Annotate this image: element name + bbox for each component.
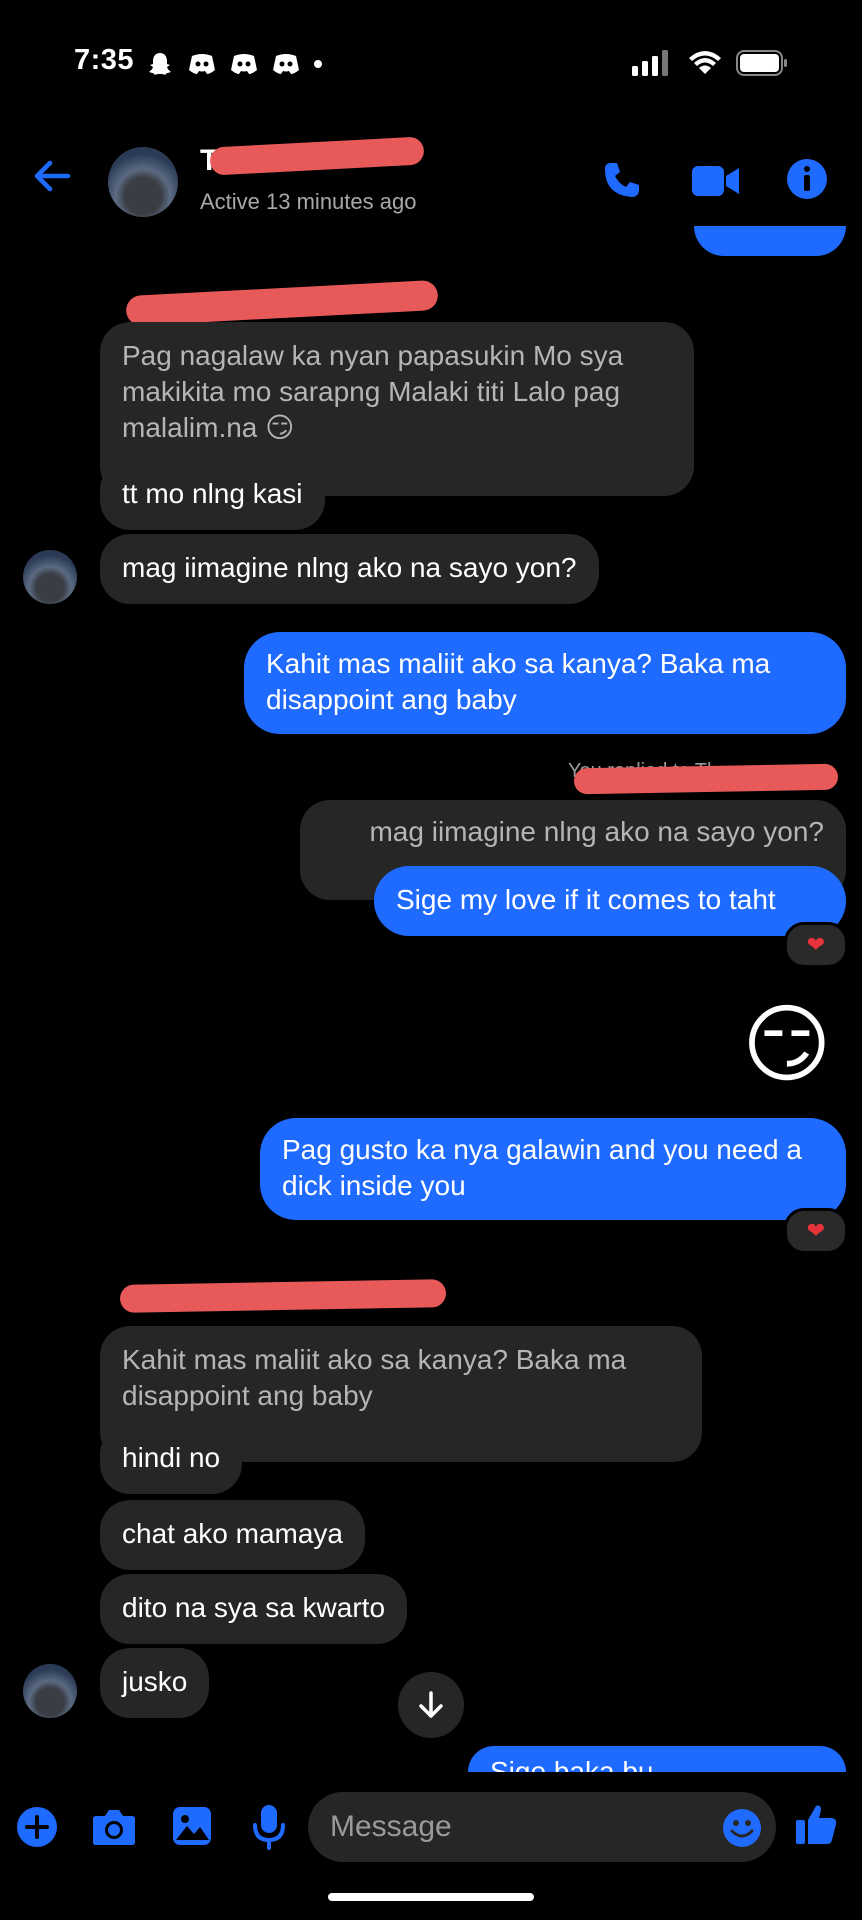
microphone-icon[interactable] bbox=[252, 1804, 286, 1850]
reply-label: You replied to Th bbox=[568, 760, 839, 796]
message-text: mag iimagine nlng ako na sayo yon? bbox=[122, 552, 577, 583]
thumbs-up-icon[interactable] bbox=[794, 1802, 838, 1846]
message-bubble[interactable]: tt mo nlng kasi bbox=[100, 460, 325, 530]
active-status: Active 13 minutes ago bbox=[200, 189, 417, 214]
message-bubble[interactable]: hindi no bbox=[100, 1424, 243, 1494]
scroll-to-bottom-button[interactable] bbox=[398, 1672, 464, 1738]
message-bubble-partial[interactable]: Sige baka bu... bbox=[468, 1746, 846, 1772]
phone-icon[interactable] bbox=[602, 160, 642, 200]
more-notifications-dot bbox=[314, 60, 322, 68]
quoted-message-text: mag iimagine nlng ako na sayo yon? bbox=[369, 816, 824, 847]
message-bubble[interactable]: Pag gusto ka nya galawin and you need a … bbox=[260, 1118, 846, 1220]
message-bubble[interactable]: chat ako mamaya bbox=[100, 1500, 365, 1570]
discord-icon bbox=[189, 54, 215, 74]
reply-label bbox=[124, 279, 444, 327]
emoji-icon[interactable] bbox=[722, 1808, 762, 1848]
discord-icon bbox=[273, 54, 299, 74]
contact-name-container[interactable]: Th bbox=[200, 136, 425, 177]
heart-reaction-icon[interactable]: ❤ bbox=[784, 922, 848, 968]
message-text: dito na sya sa kwarto bbox=[122, 1592, 386, 1623]
message-text: Pag gusto ka nya galawin and you need a … bbox=[282, 1134, 802, 1201]
info-icon[interactable] bbox=[786, 158, 828, 200]
message-text: Sige my love if it comes to taht bbox=[396, 884, 776, 915]
contact-avatar[interactable] bbox=[108, 147, 178, 217]
emoji-message[interactable]: 😏 bbox=[742, 1002, 832, 1088]
wifi-icon bbox=[689, 51, 721, 74]
camera-icon[interactable] bbox=[92, 1808, 136, 1846]
redaction-mark bbox=[209, 136, 425, 176]
signal-icon bbox=[632, 50, 668, 76]
quoted-message-text: Pag nagalaw ka nyan papasukin Mo sya mak… bbox=[122, 340, 624, 443]
message-text: hindi no bbox=[122, 1442, 221, 1473]
quoted-message-text: Kahit mas maliit ako sa kanya? Baka ma d… bbox=[122, 1344, 627, 1411]
message-text: Sige baka bu... bbox=[490, 1756, 677, 1772]
sender-avatar[interactable] bbox=[23, 550, 77, 604]
reply-label bbox=[118, 1278, 448, 1314]
home-indicator[interactable] bbox=[328, 1893, 534, 1901]
message-bubble[interactable]: Sige my love if it comes to taht bbox=[374, 866, 846, 936]
back-arrow-icon[interactable] bbox=[32, 158, 72, 194]
previous-message-bubble bbox=[694, 226, 846, 256]
system-status-icons bbox=[632, 50, 788, 76]
image-icon[interactable] bbox=[172, 1806, 212, 1846]
message-text: Kahit mas maliit ako sa kanya? Baka ma d… bbox=[266, 648, 771, 715]
message-input-placeholder: Message bbox=[330, 1810, 452, 1843]
video-camera-icon[interactable] bbox=[692, 164, 740, 198]
discord-icon bbox=[231, 54, 257, 74]
heart-reaction-icon[interactable]: ❤ bbox=[784, 1208, 848, 1254]
message-text: tt mo nlng kasi bbox=[122, 478, 303, 509]
snapchat-icon bbox=[149, 53, 171, 75]
message-text: chat ako mamaya bbox=[122, 1518, 343, 1549]
message-bubble[interactable]: dito na sya sa kwarto bbox=[100, 1574, 408, 1644]
message-bubble[interactable]: mag iimagine nlng ako na sayo yon? bbox=[100, 534, 599, 604]
message-text: jusko bbox=[122, 1666, 188, 1697]
message-bubble[interactable]: jusko bbox=[100, 1648, 210, 1718]
notification-icons bbox=[146, 50, 322, 78]
sender-avatar[interactable] bbox=[23, 1664, 77, 1718]
message-input[interactable]: Message bbox=[308, 1792, 776, 1862]
message-bubble[interactable]: Kahit mas maliit ako sa kanya? Baka ma d… bbox=[244, 632, 846, 734]
status-time: 7:35 bbox=[74, 44, 135, 76]
arrow-down-icon bbox=[419, 1691, 443, 1718]
plus-icon[interactable] bbox=[16, 1806, 58, 1848]
battery-icon bbox=[736, 50, 787, 76]
